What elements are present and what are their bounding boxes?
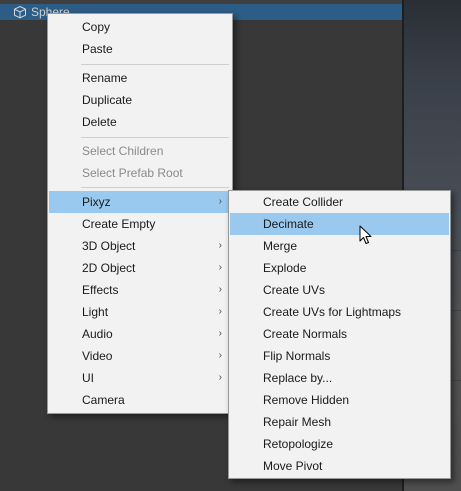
submenu-arrow-icon: › [218, 240, 222, 251]
menu-item-select-children: Select Children [49, 140, 231, 162]
menu-item-label: Select Children [82, 144, 164, 158]
menu-item-label: Rename [82, 71, 128, 85]
menu-item-audio[interactable]: Audio › [49, 323, 231, 345]
gameobject-cube-icon [14, 5, 26, 19]
menu-item-label: Move Pivot [263, 459, 323, 473]
menu-item-label: Flip Normals [263, 349, 331, 363]
menu-item-3d-object[interactable]: 3D Object › [49, 235, 231, 257]
submenu-arrow-icon: › [218, 262, 222, 273]
menu-item-label: Explode [263, 261, 307, 275]
submenu-arrow-icon: › [218, 306, 222, 317]
submenu-arrow-icon: › [218, 284, 222, 295]
mouse-pointer-icon [359, 225, 372, 244]
menu-item-label: 2D Object [82, 261, 136, 275]
submenu-item-create-uvs[interactable]: Create UVs [230, 279, 449, 301]
submenu-item-merge[interactable]: Merge [230, 235, 449, 257]
submenu-item-create-normals[interactable]: Create Normals [230, 323, 449, 345]
menu-item-label: Duplicate [82, 93, 133, 107]
menu-item-label: Paste [82, 42, 113, 56]
menu-item-label: Copy [82, 20, 111, 34]
menu-item-label: Remove Hidden [263, 393, 350, 407]
menu-item-label: Create UVs for Lightmaps [263, 305, 402, 319]
menu-item-delete[interactable]: Delete [49, 111, 231, 133]
submenu-arrow-icon: › [218, 350, 222, 361]
menu-item-label: Merge [263, 239, 298, 253]
submenu-item-remove-hidden[interactable]: Remove Hidden [230, 389, 449, 411]
menu-item-label: Repair Mesh [263, 415, 332, 429]
menu-item-label: Select Prefab Root [82, 166, 183, 180]
menu-item-label: Audio [82, 327, 113, 341]
submenu-item-repair-mesh[interactable]: Repair Mesh [230, 411, 449, 433]
menu-separator [81, 137, 229, 138]
menu-item-camera[interactable]: Camera [49, 389, 231, 411]
menu-item-video[interactable]: Video › [49, 345, 231, 367]
menu-item-label: Retopologize [263, 437, 334, 451]
menu-item-label: Create UVs [263, 283, 326, 297]
hierarchy-context-menu: Copy Paste Rename Duplicate Delete Selec… [47, 13, 233, 414]
submenu-item-flip-normals[interactable]: Flip Normals [230, 345, 449, 367]
menu-item-label: Video [82, 349, 113, 363]
menu-item-label: Effects [82, 283, 119, 297]
menu-item-label: Create Empty [82, 217, 156, 231]
menu-item-label: UI [82, 371, 94, 385]
menu-item-label: Decimate [263, 217, 314, 231]
menu-item-rename[interactable]: Rename [49, 67, 231, 89]
menu-item-label: Delete [82, 115, 117, 129]
menu-item-paste[interactable]: Paste [49, 38, 231, 60]
menu-item-ui[interactable]: UI › [49, 367, 231, 389]
menu-item-create-empty[interactable]: Create Empty [49, 213, 231, 235]
menu-item-label: Create Collider [263, 195, 344, 209]
submenu-item-create-collider[interactable]: Create Collider [230, 191, 449, 213]
menu-separator [81, 64, 229, 65]
menu-item-label: Create Normals [263, 327, 348, 341]
menu-item-label: Replace by... [263, 371, 333, 385]
menu-item-label: 3D Object [82, 239, 136, 253]
pixyz-submenu: Create Collider Decimate Merge Explode C… [228, 190, 451, 479]
submenu-item-explode[interactable]: Explode [230, 257, 449, 279]
submenu-item-create-uvs-lightmaps[interactable]: Create UVs for Lightmaps [230, 301, 449, 323]
menu-item-label: Pixyz [82, 195, 111, 209]
menu-item-light[interactable]: Light › [49, 301, 231, 323]
menu-item-copy[interactable]: Copy [49, 16, 231, 38]
submenu-arrow-icon: › [218, 196, 222, 207]
submenu-arrow-icon: › [218, 328, 222, 339]
menu-item-2d-object[interactable]: 2D Object › [49, 257, 231, 279]
submenu-item-replace-by[interactable]: Replace by... [230, 367, 449, 389]
menu-item-select-prefab-root: Select Prefab Root [49, 162, 231, 184]
submenu-item-retopologize[interactable]: Retopologize [230, 433, 449, 455]
menu-item-label: Light [82, 305, 109, 319]
submenu-arrow-icon: › [218, 372, 222, 383]
submenu-item-decimate[interactable]: Decimate [230, 213, 449, 235]
menu-item-effects[interactable]: Effects › [49, 279, 231, 301]
submenu-item-move-pivot[interactable]: Move Pivot [230, 455, 449, 477]
menu-separator [81, 187, 229, 188]
menu-item-label: Camera [82, 393, 125, 407]
menu-item-pixyz[interactable]: Pixyz › [49, 191, 231, 213]
menu-item-duplicate[interactable]: Duplicate [49, 89, 231, 111]
unity-editor: Sphere Copy Paste Rename Duplicate Delet… [0, 0, 461, 491]
